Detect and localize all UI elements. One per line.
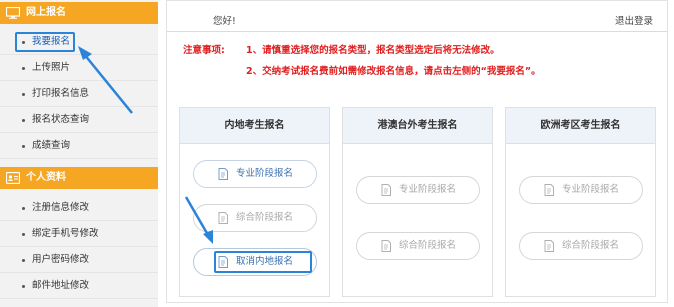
notice-label: 注意事项: <box>183 45 225 56</box>
main-content: 您好! 退出登录 注意事项: 1、请慎重选择您的报名类型，报名类型选定后将无法修… <box>166 0 668 303</box>
panel-title: 内地考生报名 <box>180 108 329 144</box>
section-header-personal-info: 个人资料 <box>0 167 158 189</box>
section-title: 个人资料 <box>26 172 66 183</box>
document-icon <box>218 168 228 180</box>
nav-item-register[interactable]: 我要报名 <box>0 29 158 55</box>
section-title: 网上报名 <box>26 7 66 18</box>
comprehensive-stage-button: 综合阶段报名 <box>356 232 480 260</box>
nav-list-registration: 我要报名 上传照片 打印报名信息 报名状态查询 成绩查询 <box>0 29 158 159</box>
document-icon <box>381 184 391 196</box>
nav-item-upload-photo[interactable]: 上传照片 <box>0 55 158 81</box>
nav-item-label: 打印报名信息 <box>32 88 90 99</box>
professional-stage-button: 专业阶段报名 <box>356 176 480 204</box>
notice-item: 2、交纳考试报名费前如需修改报名信息，请点击左侧的“我要报名”。 <box>246 66 541 77</box>
button-label: 综合阶段报名 <box>236 212 294 223</box>
highlight-box <box>214 251 312 273</box>
sidebar: 网上报名 我要报名 上传照片 打印报名信息 报名状态查询 成绩查询 个人资料 注… <box>0 0 158 307</box>
nav-item-label: 报名状态查询 <box>32 114 90 125</box>
logout-link[interactable]: 退出登录 <box>615 13 653 27</box>
document-icon <box>544 184 554 196</box>
nav-list-personal: 注册信息修改 绑定手机号修改 用户密码修改 邮件地址修改 <box>0 195 158 299</box>
panel-hk-macau-taiwan: 港澳台外考生报名 专业阶段报名 综合阶段报名 <box>342 107 493 297</box>
nav-item-edit-registration[interactable]: 注册信息修改 <box>0 195 158 221</box>
comprehensive-stage-button: 综合阶段报名 <box>193 204 317 232</box>
panel-title: 欧洲考区考生报名 <box>506 108 655 144</box>
nav-item-edit-password[interactable]: 用户密码修改 <box>0 247 158 273</box>
document-icon <box>544 240 554 252</box>
professional-stage-button: 专业阶段报名 <box>519 176 643 204</box>
professional-stage-button[interactable]: 专业阶段报名 <box>193 160 317 188</box>
monitor-icon <box>6 7 20 19</box>
nav-item-label: 邮件地址修改 <box>32 280 90 291</box>
nav-item-label: 上传照片 <box>32 62 71 73</box>
cancel-mainland-button[interactable]: 取消内地报名 <box>193 248 317 276</box>
document-icon <box>381 240 391 252</box>
button-label: 专业阶段报名 <box>562 184 620 195</box>
nav-item-edit-email[interactable]: 邮件地址修改 <box>0 273 158 299</box>
button-label: 专业阶段报名 <box>236 168 294 179</box>
comprehensive-stage-button: 综合阶段报名 <box>519 232 643 260</box>
document-icon <box>218 212 228 224</box>
panel-mainland: 内地考生报名 专业阶段报名 综合阶段报名 取消内地报名 <box>179 107 330 297</box>
nav-item-print-info[interactable]: 打印报名信息 <box>0 81 158 107</box>
header-divider <box>167 31 667 32</box>
nav-item-status-query[interactable]: 报名状态查询 <box>0 107 158 133</box>
highlight-box <box>15 32 75 52</box>
section-header-online-registration: 网上报名 <box>0 2 158 24</box>
notice-item: 1、请慎重选择您的报名类型，报名类型选定后将无法修改。 <box>246 45 500 56</box>
document-icon <box>218 256 228 268</box>
nav-item-score-query[interactable]: 成绩查询 <box>0 133 158 159</box>
id-card-icon <box>6 172 20 184</box>
nav-item-edit-phone[interactable]: 绑定手机号修改 <box>0 221 158 247</box>
nav-item-label: 绑定手机号修改 <box>32 228 99 239</box>
panel-europe: 欧洲考区考生报名 专业阶段报名 综合阶段报名 <box>505 107 656 297</box>
nav-item-label: 成绩查询 <box>32 140 71 151</box>
panel-title: 港澳台外考生报名 <box>343 108 492 144</box>
button-label: 综合阶段报名 <box>399 240 457 251</box>
button-label: 专业阶段报名 <box>399 184 457 195</box>
nav-item-label: 用户密码修改 <box>32 254 90 265</box>
button-label: 综合阶段报名 <box>562 240 620 251</box>
nav-item-label: 注册信息修改 <box>32 202 90 213</box>
greeting-text: 您好! <box>213 16 236 27</box>
